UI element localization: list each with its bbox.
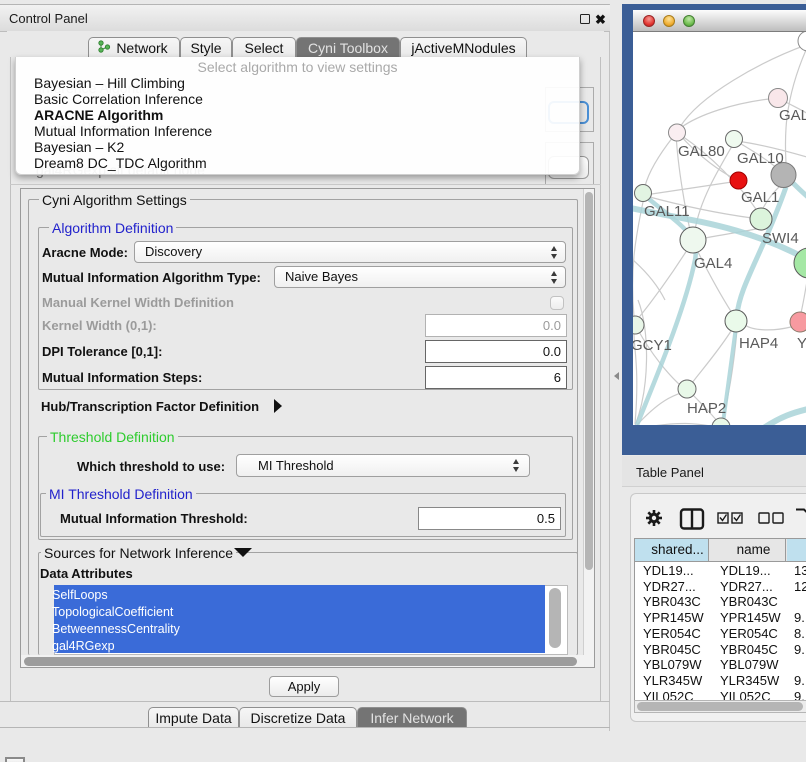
svg-text:HAP4: HAP4 [739, 335, 778, 352]
svg-text:GAL1: GAL1 [741, 189, 779, 206]
svg-text:GAL4: GAL4 [694, 255, 732, 272]
svg-text:Y: Y [797, 335, 806, 352]
svg-text:HAP2: HAP2 [687, 400, 726, 417]
svg-text:GAL11: GAL11 [644, 203, 690, 220]
svg-text:SWI4: SWI4 [762, 230, 799, 247]
svg-text:GCY1: GCY1 [633, 337, 672, 354]
svg-text:GAL80: GAL80 [678, 143, 725, 160]
svg-text:GAL10: GAL10 [737, 150, 784, 167]
svg-text:GAL: GAL [779, 107, 806, 124]
